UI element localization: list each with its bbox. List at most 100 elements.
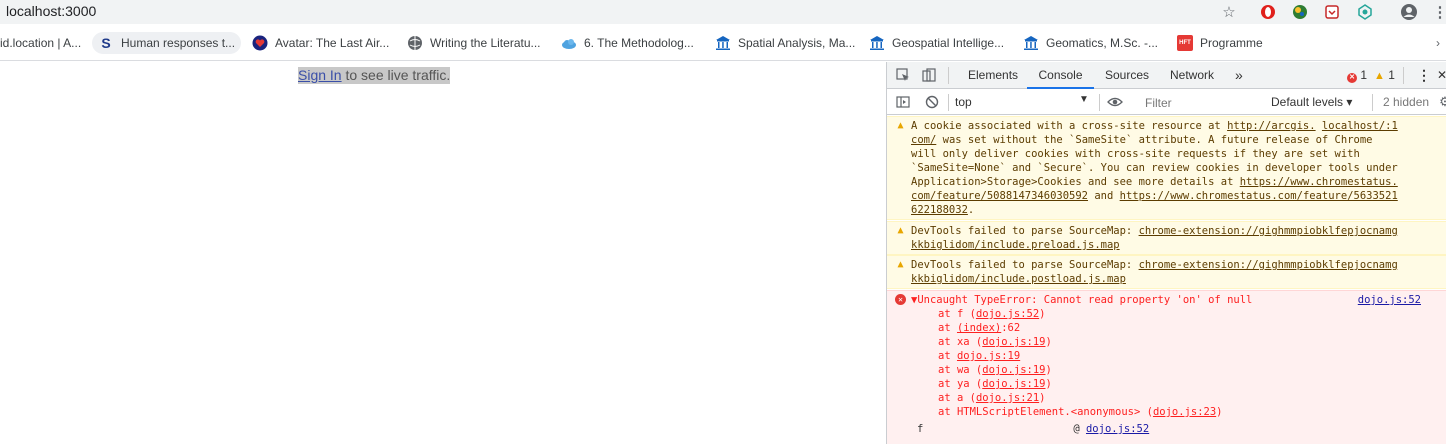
bookmark-item[interactable]: S Human responses t... <box>92 32 242 54</box>
signin-message: Sign In to see live traffic. <box>298 67 451 84</box>
devtools-tabbar: Elements Console Sources Network » ✕ 1 ▲… <box>887 62 1446 89</box>
eye-icon[interactable] <box>1107 94 1123 110</box>
hidden-count: 2 hidden <box>1383 95 1430 109</box>
bookmark-label: id.location | A... <box>0 36 82 50</box>
separator <box>948 94 949 111</box>
link[interactable]: dojo.js:23 <box>1153 406 1216 418</box>
link[interactable]: (index) <box>957 322 1001 334</box>
link[interactable]: com/feature/5088147346030592 <box>911 190 1088 202</box>
message-text: DevTools failed to parse SourceMap: chro… <box>911 225 1398 251</box>
link[interactable]: chrome-extension://gighmmpiobklfepjocnam… <box>1139 259 1398 271</box>
stack-frame: at wa (dojo.js:19) <box>938 364 1052 376</box>
chevron-down-icon[interactable]: ▼ <box>1079 94 1089 105</box>
device-toggle-icon[interactable] <box>921 67 937 83</box>
bookmark-label: Geomatics, M.Sc. -... <box>1046 36 1159 50</box>
cloud-icon <box>561 35 577 51</box>
clear-console-icon[interactable] <box>924 94 940 110</box>
source-link[interactable]: dojo.js:52 <box>1358 293 1421 307</box>
globe-extension-icon[interactable] <box>1290 2 1310 22</box>
separator <box>1099 94 1100 111</box>
menu-icon[interactable]: ⋮ <box>1430 2 1446 22</box>
link[interactable]: dojo.js:19 <box>982 336 1045 348</box>
account-icon[interactable] <box>1399 2 1419 22</box>
university-icon <box>869 35 885 51</box>
link[interactable]: chrome-extension://gighmmpiobklfepjocnam… <box>1139 225 1398 237</box>
bookmark-label: Avatar: The Last Air... <box>275 36 390 50</box>
bookmark-item[interactable]: Avatar: The Last Air... <box>252 32 389 54</box>
error-message[interactable]: ▼Uncaught TypeError: Cannot read propert… <box>911 293 1252 307</box>
bookmark-item[interactable]: id.location | A... <box>0 32 81 54</box>
console-toolbar: top ▼ Default levels ▾ 2 hidden ⚙ <box>887 90 1446 115</box>
opera-icon[interactable] <box>1258 2 1278 22</box>
link[interactable]: kkbiglidom/include.preload.js.map <box>911 239 1120 251</box>
console-warning: ▲ A cookie associated with a cross-site … <box>887 116 1446 220</box>
bookmark-item[interactable]: Geomatics, M.Sc. -... <box>1023 32 1158 54</box>
warning-icon: ▲ <box>897 259 904 270</box>
function-line: f @ dojo.js:52 <box>917 423 1150 435</box>
link[interactable]: dojo.js:21 <box>976 392 1039 404</box>
pocket-icon[interactable] <box>1322 2 1342 22</box>
link[interactable]: 622188032 <box>911 204 968 216</box>
bookmark-label: Geospatial Intellige... <box>892 36 1005 50</box>
link[interactable]: dojo.js:52 <box>1086 423 1149 435</box>
link[interactable]: dojo.js:19 <box>982 364 1045 376</box>
settings-icon[interactable]: ⚙ <box>1437 94 1446 110</box>
link[interactable]: dojo.js:52 <box>976 308 1039 320</box>
warning-count: 1 <box>1388 68 1395 82</box>
stack-frame: at xa (dojo.js:19) <box>938 336 1052 348</box>
warning-icon: ▲ <box>897 225 904 236</box>
inspect-icon[interactable] <box>895 67 911 83</box>
globe-icon <box>407 35 423 51</box>
stack-frame: at dojo.js:19 <box>938 350 1021 362</box>
link[interactable]: dojo.js:19 <box>982 378 1045 390</box>
separator <box>948 67 949 84</box>
address-bar[interactable]: localhost:3000 ☆ ⋮ <box>0 0 1446 24</box>
devtools-menu-icon[interactable]: ⋮ <box>1417 62 1431 89</box>
tab-network[interactable]: Network <box>1170 62 1214 89</box>
bookmark-item[interactable]: HFT Programme <box>1177 32 1263 54</box>
more-tabs-icon[interactable]: » <box>1235 62 1243 89</box>
star-icon[interactable]: ☆ <box>1219 2 1239 22</box>
filter-input[interactable] <box>1141 93 1263 112</box>
stack-frame: at f (dojo.js:52) <box>938 308 1046 320</box>
bookmark-label: 6. The Methodolog... <box>584 36 694 50</box>
log-levels-dropdown[interactable]: Default levels ▾ <box>1271 95 1352 109</box>
stack-frame: at (index):62 <box>938 322 1021 334</box>
extension-icon[interactable] <box>1355 2 1375 22</box>
devtools-panel: Elements Console Sources Network » ✕ 1 ▲… <box>886 62 1446 444</box>
bookmark-item[interactable]: Spatial Analysis, Ma... <box>715 32 855 54</box>
error-count: 1 <box>1360 68 1368 82</box>
stack-frame: at a (dojo.js:21) <box>938 392 1046 404</box>
link[interactable]: kkbiglidom/include.postload.js.map <box>911 273 1126 285</box>
sidebar-toggle-icon[interactable] <box>895 94 911 110</box>
link[interactable]: http://arcgis. <box>1227 120 1316 132</box>
bookmarks-overflow-icon[interactable]: › <box>1436 32 1440 54</box>
bookmarks-bar: id.location | A... S Human responses t..… <box>0 24 1446 61</box>
bookmark-item[interactable]: Writing the Literatu... <box>407 32 541 54</box>
bookmark-label: Spatial Analysis, Ma... <box>738 36 856 50</box>
web-page: Sign In to see live traffic. <box>0 62 886 444</box>
message-text: DevTools failed to parse SourceMap: chro… <box>911 259 1398 285</box>
stack-frame: at ya (dojo.js:19) <box>938 378 1052 390</box>
link[interactable]: https://www.chromestatus.com/feature/563… <box>1120 190 1398 202</box>
link[interactable]: localhost/:1 <box>1322 120 1398 132</box>
link[interactable]: dojo.js:19 <box>957 350 1020 362</box>
console-warning: ▲ DevTools failed to parse SourceMap: ch… <box>887 255 1446 289</box>
error-counter[interactable]: ✕ 1 <box>1347 62 1367 89</box>
bookmark-item[interactable]: 6. The Methodolog... <box>561 32 694 54</box>
separator <box>1403 67 1404 84</box>
bookmark-label: Programme <box>1200 36 1263 50</box>
tab-console[interactable]: Console <box>1027 62 1094 89</box>
link[interactable]: https://www.chromestatus. <box>1240 176 1398 188</box>
separator <box>1372 94 1373 111</box>
close-icon[interactable]: ✕ <box>1437 62 1446 89</box>
tab-sources[interactable]: Sources <box>1105 62 1149 89</box>
bookmark-item[interactable]: Geospatial Intellige... <box>869 32 1004 54</box>
tab-elements[interactable]: Elements <box>968 62 1018 89</box>
warning-counter[interactable]: ▲ 1 <box>1374 62 1395 89</box>
url-text[interactable]: localhost:3000 <box>6 3 96 19</box>
link[interactable]: com/ <box>911 134 936 146</box>
warning-icon: ▲ <box>1374 70 1385 82</box>
context-select[interactable]: top <box>955 95 1085 111</box>
signin-link[interactable]: Sign In <box>298 67 342 83</box>
